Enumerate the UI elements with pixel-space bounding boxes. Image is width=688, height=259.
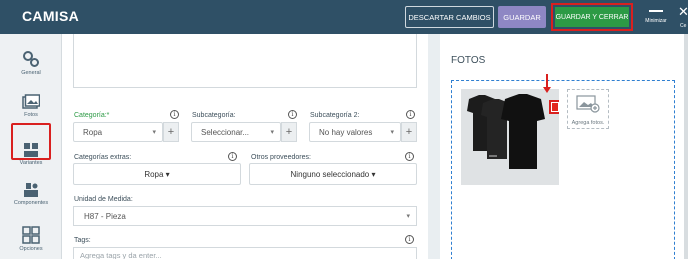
discard-changes-button[interactable]: DESCARTAR CAMBIOS: [405, 6, 494, 28]
product-title: CAMISA: [22, 8, 80, 24]
tags-label: Tags:: [74, 237, 91, 244]
chevron-down-icon: ▾: [152, 129, 156, 136]
annotation-arrow: [546, 74, 548, 88]
fotos-title: FOTOS: [451, 55, 486, 66]
subcategoria2-label: Subcategoría 2:: [310, 112, 360, 119]
sidebar-item-fotos[interactable]: Fotos: [0, 94, 62, 118]
subcategoria-select[interactable]: Seleccionar... ▾: [191, 122, 281, 142]
sidebar-item-label: Variantes: [19, 160, 43, 166]
sidebar-item-opciones[interactable]: Opciones: [0, 226, 62, 252]
unidad-medida-value: H87 - Pieza: [84, 211, 126, 221]
categorias-extras-dropdown[interactable]: Ropa ▾: [73, 163, 241, 185]
annotation-arrow-head: [543, 87, 551, 93]
categoria-select[interactable]: Ropa ▾: [73, 122, 163, 142]
sidebar: General Fotos Variantes Componentes Opci…: [0, 34, 62, 259]
unidad-medida-select[interactable]: H87 - Pieza ▾: [73, 206, 417, 226]
sidebar-item-variantes[interactable]: Variantes: [0, 142, 62, 166]
save-close-highlight: GUARDAR Y CERRAR: [551, 3, 633, 31]
sidebar-item-componentes[interactable]: Componentes: [0, 182, 62, 206]
product-photo[interactable]: [461, 89, 559, 185]
categoria-label: Categoría:*: [74, 112, 110, 119]
add-subcategoria2-button[interactable]: +: [401, 122, 417, 142]
minimize-label: Minimizar: [645, 18, 667, 24]
save-and-close-button[interactable]: GUARDAR Y CERRAR: [555, 7, 629, 27]
add-photo-label: Agrega fotos.: [571, 120, 605, 126]
sidebar-item-label: Fotos: [24, 112, 38, 118]
info-icon[interactable]: i: [406, 110, 415, 119]
photo-dropzone[interactable]: Agrega fotos.: [451, 74, 675, 259]
close-icon[interactable]: ✕: [678, 4, 688, 20]
components-icon: [24, 183, 38, 197]
unidad-medida-label: Unidad de Medida:: [74, 196, 133, 203]
info-icon[interactable]: i: [170, 110, 179, 119]
sidebar-item-label: General: [21, 70, 41, 76]
info-icon[interactable]: i: [405, 152, 414, 161]
subcategoria2-value: No hay valores: [319, 127, 373, 137]
categorias-extras-label: Categorías extras:: [74, 154, 132, 161]
tags-input[interactable]: Agrega tags y da enter...: [73, 247, 417, 259]
top-bar: CAMISA DESCARTAR CAMBIOS GUARDAR GUARDAR…: [0, 0, 688, 34]
description-textarea[interactable]: [73, 34, 417, 88]
chevron-down-icon: ▾: [406, 213, 410, 220]
add-photo-button[interactable]: Agrega fotos.: [567, 89, 609, 129]
boxes-icon: [24, 143, 38, 157]
scrollbar[interactable]: [684, 34, 688, 259]
save-button[interactable]: GUARDAR: [498, 6, 546, 28]
trash-icon: [552, 103, 558, 111]
minimize-button[interactable]: Minimizar: [642, 6, 670, 24]
sidebar-item-general[interactable]: General: [0, 50, 62, 76]
info-icon[interactable]: i: [228, 152, 237, 161]
otros-proveedores-dropdown[interactable]: Ninguno seleccionado ▾: [249, 163, 417, 185]
minimize-icon: [649, 10, 663, 12]
subcategoria2-select[interactable]: No hay valores ▾: [309, 122, 401, 142]
gears-icon: [23, 51, 39, 67]
info-icon[interactable]: i: [405, 235, 414, 244]
chevron-down-icon: ▾: [390, 129, 394, 136]
fotos-panel: FOTOS Agrega fotos.: [440, 34, 688, 259]
chevron-down-icon: ▾: [270, 129, 274, 136]
close-label: Ce: [680, 23, 687, 29]
add-image-icon: [576, 95, 600, 113]
subcategoria-label: Subcategoría:: [192, 112, 236, 119]
delete-photo-button[interactable]: [549, 100, 559, 114]
add-subcategoria-button[interactable]: +: [281, 122, 297, 142]
subcategoria-value: Seleccionar...: [201, 127, 250, 137]
photos-icon: [22, 94, 40, 109]
panel-gap: [428, 34, 440, 259]
product-form: Categoría:* i Ropa ▾ + Subcategoría: i S…: [62, 34, 428, 259]
info-icon[interactable]: i: [288, 110, 297, 119]
sidebar-item-label: Componentes: [13, 200, 49, 206]
sidebar-item-label: Opciones: [19, 246, 43, 252]
categoria-value: Ropa: [83, 127, 103, 137]
add-categoria-button[interactable]: +: [163, 122, 179, 142]
grid-icon: [22, 226, 40, 244]
tshirt-image: [461, 89, 559, 185]
otros-proveedores-label: Otros proveedores:: [251, 154, 311, 161]
